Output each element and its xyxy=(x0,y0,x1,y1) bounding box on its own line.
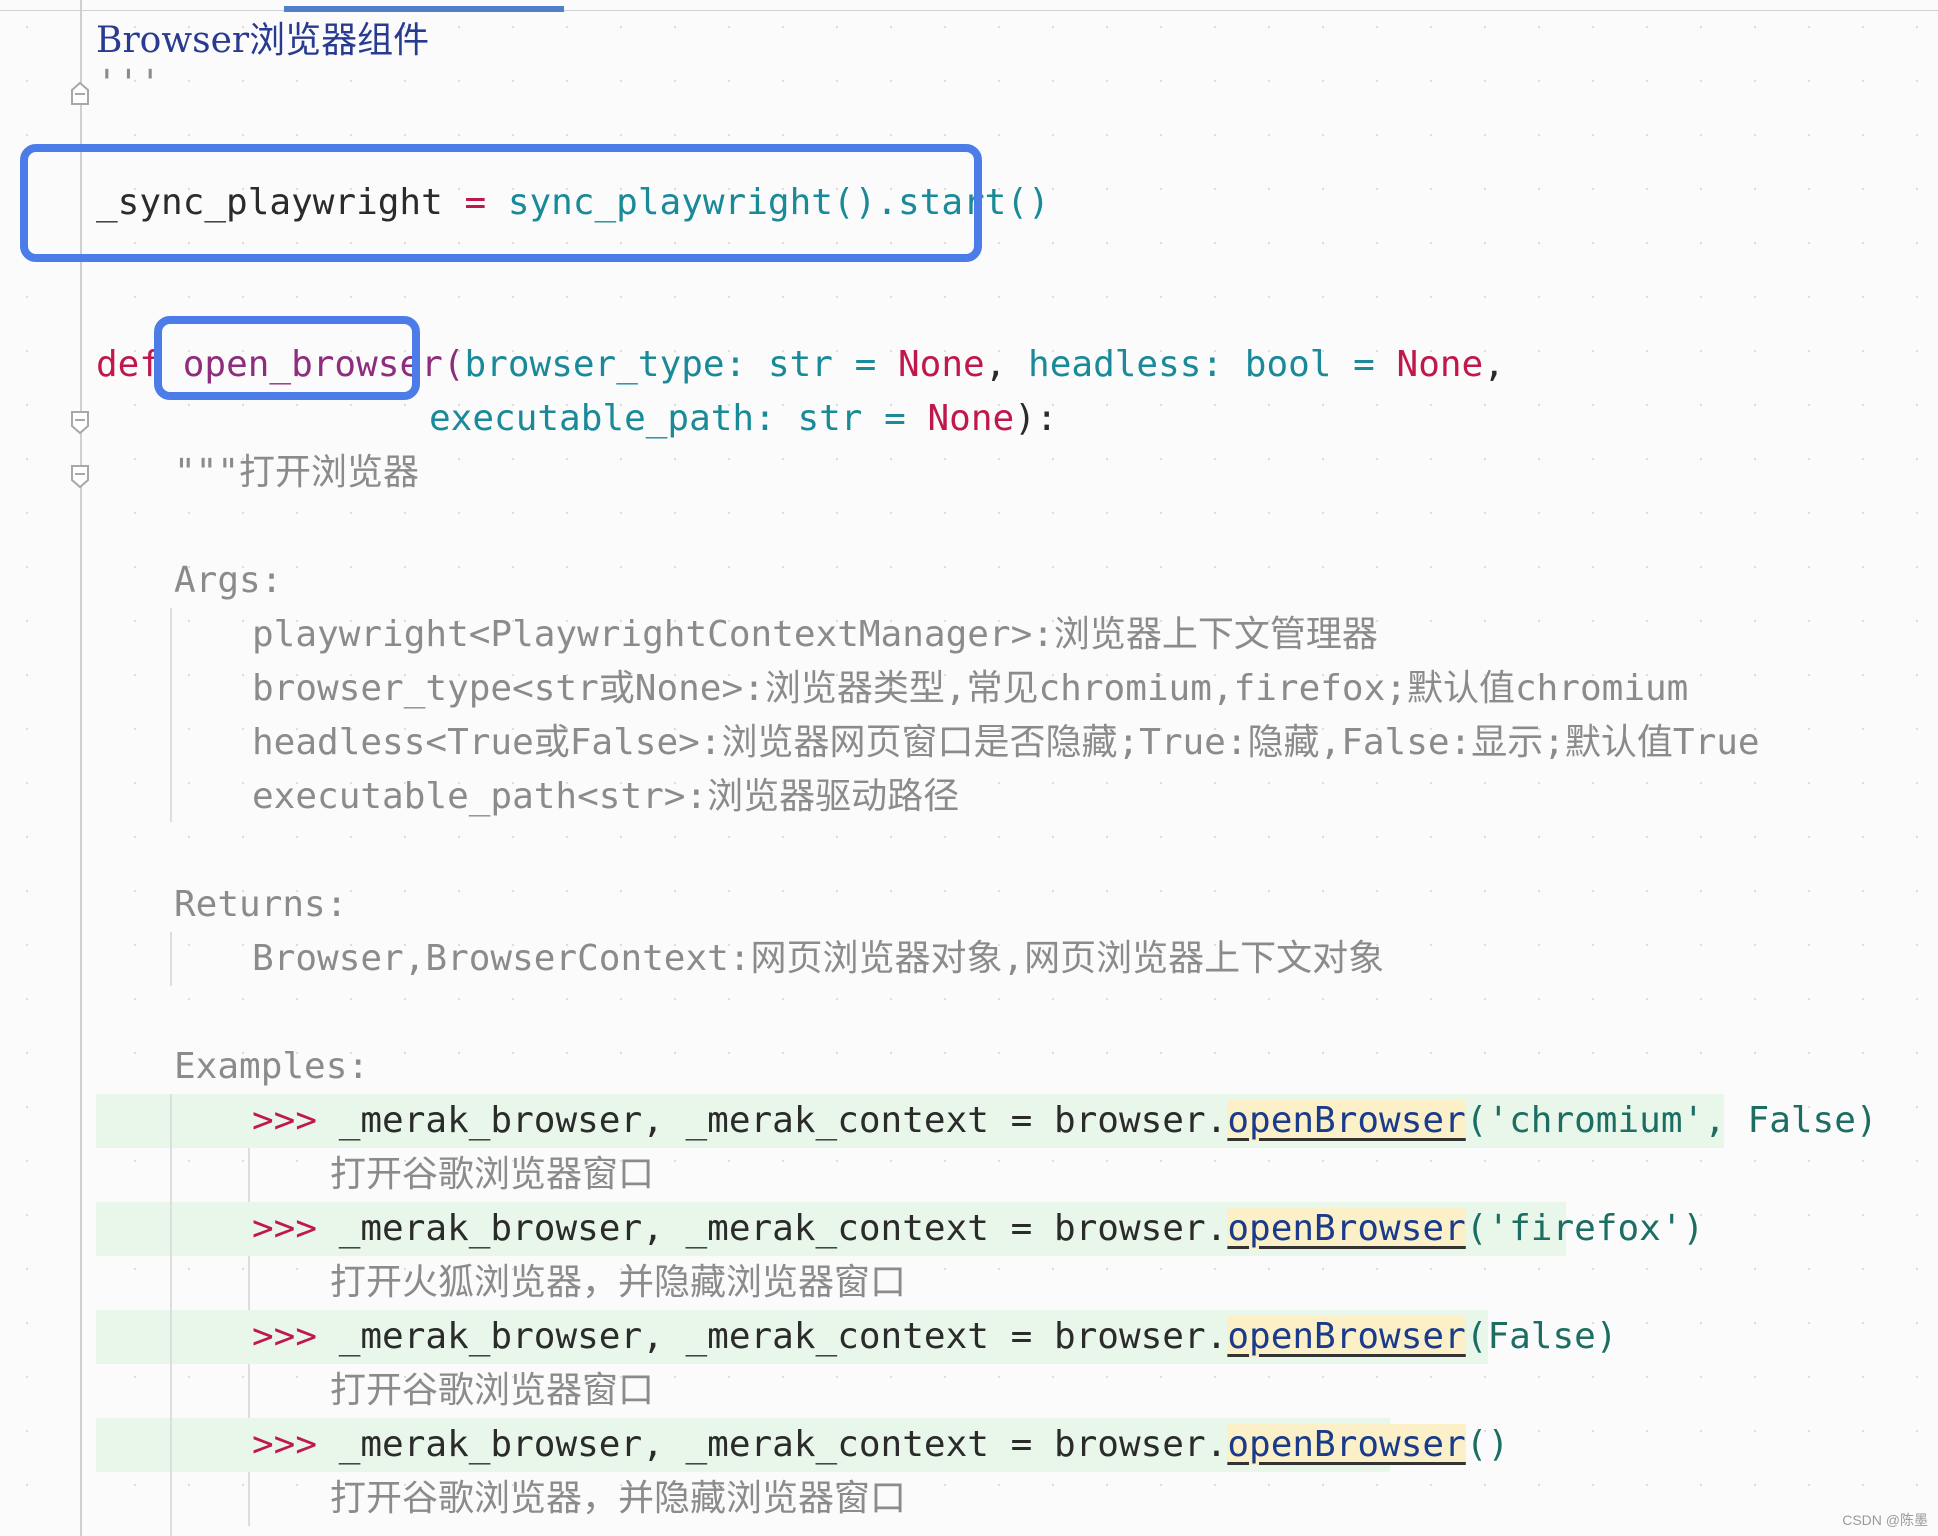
fold-start-icon[interactable] xyxy=(70,464,90,489)
none-literal: None xyxy=(927,398,1015,439)
comma: , xyxy=(1483,344,1505,385)
active-tab-indicator[interactable] xyxy=(284,6,564,12)
arg-description: headless<True或False>:浏览器网页窗口是否隐藏;True:隐藏… xyxy=(252,722,1760,763)
doctest-code: _merak_browser, _merak_context = browser… xyxy=(338,1208,1228,1249)
doctest-line[interactable]: >>> _merak_browser, _merak_context = bro… xyxy=(252,1418,1509,1472)
method-reference[interactable]: openBrowser xyxy=(1227,1424,1466,1465)
doctest-code: _merak_browser, _merak_context = browser… xyxy=(338,1424,1228,1465)
doctest-line[interactable]: >>> _merak_browser, _merak_context = bro… xyxy=(252,1202,1704,1256)
doctest-args: () xyxy=(1465,1424,1510,1465)
doctest-comment: 打开谷歌浏览器，并隐藏浏览器窗口 xyxy=(330,1478,907,1519)
function-signature-continuation[interactable]: executable_path: str = None): xyxy=(429,392,1058,446)
param-annotation: : str = xyxy=(754,398,928,439)
fold-end-icon[interactable] xyxy=(70,80,90,105)
indent-guide xyxy=(248,1148,250,1202)
indent-guide xyxy=(248,1364,250,1418)
doctest-args: ('firefox') xyxy=(1465,1208,1705,1249)
doctest-code: _merak_browser, _merak_context = browser… xyxy=(338,1100,1228,1141)
indent-guide xyxy=(170,608,172,822)
doctest-prompt: >>> xyxy=(252,1424,339,1465)
none-literal: None xyxy=(1396,344,1484,385)
module-doc-title: Browser浏览器组件 xyxy=(96,20,430,61)
none-literal: None xyxy=(897,344,985,385)
fold-start-icon[interactable] xyxy=(70,410,90,435)
doctest-args: (False) xyxy=(1465,1316,1618,1357)
doctest-line[interactable]: >>> _merak_browser, _merak_context = bro… xyxy=(252,1310,1617,1364)
docstring-summary: """打开浏览器 xyxy=(174,452,420,493)
param-executable-path: executable_path xyxy=(429,398,755,439)
param-annotation: : bool = xyxy=(1201,344,1397,385)
def-keyword: def xyxy=(96,344,162,385)
doctest-code: _merak_browser, _merak_context = browser… xyxy=(338,1316,1228,1357)
examples-label: Examples: xyxy=(174,1046,370,1087)
comma: , xyxy=(984,344,1029,385)
doctest-prompt: >>> xyxy=(252,1208,339,1249)
indent-guide xyxy=(170,1094,172,1536)
doctest-line[interactable]: >>> _merak_browser, _merak_context = bro… xyxy=(252,1094,1878,1148)
call-parens: () xyxy=(1006,182,1050,223)
arg-description: playwright<PlaywrightContextManager>:浏览器… xyxy=(252,614,1378,655)
returns-label: Returns: xyxy=(174,884,348,925)
param-annotation: : str = xyxy=(724,344,898,385)
method-reference[interactable]: openBrowser xyxy=(1227,1208,1466,1249)
doctest-prompt: >>> xyxy=(252,1100,339,1141)
highlight-box-function-name xyxy=(154,316,420,400)
doctest-prompt: >>> xyxy=(252,1316,339,1357)
returns-description: Browser,BrowserContext:网页浏览器对象,网页浏览器上下文对… xyxy=(252,938,1385,979)
open-paren: ( xyxy=(442,344,465,385)
indent-guide xyxy=(170,932,172,986)
param-headless: headless xyxy=(1028,344,1202,385)
close-paren-colon: ): xyxy=(1014,398,1058,439)
arg-description: browser_type<str或None>:浏览器类型,常见chromium,… xyxy=(252,668,1689,709)
doc-close-quotes: ''' xyxy=(96,63,162,104)
doctest-comment: 打开谷歌浏览器窗口 xyxy=(330,1370,655,1411)
indent-guide xyxy=(248,1256,250,1310)
method-reference[interactable]: openBrowser xyxy=(1227,1100,1466,1141)
indent-guide xyxy=(248,1472,250,1526)
doctest-comment: 打开火狐浏览器，并隐藏浏览器窗口 xyxy=(330,1262,907,1303)
doctest-args: ('chromium', False) xyxy=(1465,1100,1878,1141)
doctest-comment: 打开谷歌浏览器窗口 xyxy=(330,1154,655,1195)
watermark: CSDN @陈墨 xyxy=(1842,1512,1928,1528)
method-reference[interactable]: openBrowser xyxy=(1227,1316,1466,1357)
param-browser-type: browser_type xyxy=(464,344,725,385)
args-label: Args: xyxy=(174,560,283,601)
highlight-box-assignment xyxy=(20,144,982,262)
arg-description: executable_path<str>:浏览器驱动路径 xyxy=(252,776,960,817)
